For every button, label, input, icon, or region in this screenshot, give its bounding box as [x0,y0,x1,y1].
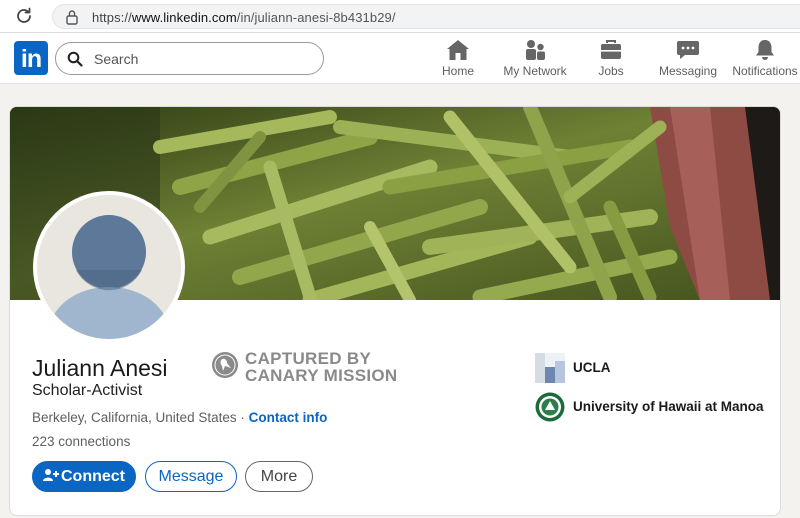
people-icon [526,40,545,60]
linkedin-top-nav: in Home My Network Jobs [0,33,800,84]
connect-button[interactable]: Connect [32,461,136,492]
chat-icon [677,41,699,59]
nav-notifications[interactable]: Notifications [731,39,799,81]
message-button[interactable]: Message [145,461,237,492]
nav-my-network[interactable]: My Network [502,39,568,81]
nav-jobs[interactable]: Jobs [596,39,626,81]
browser-address-bar: https://www.linkedin.com/in/juliann-anes… [0,0,800,33]
contact-info-link[interactable]: Contact info [249,410,328,425]
nav-messaging-label: Messaging [659,64,718,78]
home-icon [447,40,469,60]
profile-headline: Scholar-Activist [32,382,143,399]
search-input[interactable] [94,49,314,69]
add-person-icon [43,469,59,481]
reload-icon[interactable] [14,6,34,26]
profile-name: Juliann Anesi [32,355,168,381]
nav-my-network-label: My Network [503,64,567,78]
url-field[interactable]: https://www.linkedin.com/in/juliann-anes… [52,4,800,29]
search-box[interactable] [55,42,324,75]
stamp-line-2: CANARY MISSION [245,366,398,385]
profile-avatar[interactable] [33,191,185,343]
ucla-logo-icon [535,353,565,383]
profile-location: Berkeley, California, United States · Co… [32,410,327,425]
uh-manoa-seal-icon [535,392,565,422]
education-name-ucla: UCLA [573,360,611,375]
location-text: Berkeley, California, United States [32,410,237,425]
connect-button-label: Connect [61,468,125,485]
profile-card [9,106,781,516]
nav-messaging[interactable]: Messaging [659,39,717,81]
lock-icon[interactable] [65,9,79,25]
linkedin-logo[interactable]: in [14,41,48,75]
location-separator: · [236,410,249,425]
canary-bird-icon [212,352,238,378]
nav-notifications-label: Notifications [732,64,798,78]
search-icon [67,51,83,67]
canary-mission-stamp: CAPTURED BY CANARY MISSION [211,349,401,385]
url-text[interactable]: https://www.linkedin.com/in/juliann-anes… [92,10,396,25]
nav-home-label: Home [441,64,474,78]
more-button[interactable]: More [245,461,313,492]
briefcase-icon [601,40,621,59]
nav-jobs-label: Jobs [598,64,624,78]
education-name-uh-manoa: University of Hawaii at Manoa [573,399,764,414]
connections-count[interactable]: 223 connections [32,434,130,449]
nav-home[interactable]: Home [439,39,477,81]
bell-icon [756,40,774,60]
default-person-icon [37,195,181,339]
